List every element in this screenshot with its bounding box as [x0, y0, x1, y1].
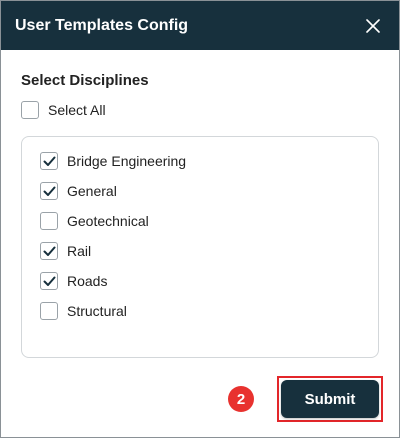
discipline-label: Geotechnical	[67, 213, 149, 229]
user-templates-config-dialog: User Templates Config Select Disciplines…	[0, 0, 400, 438]
discipline-item[interactable]: Roads	[40, 272, 107, 290]
discipline-item[interactable]: Geotechnical	[40, 212, 149, 230]
disciplines-list: Bridge Engineering General Geotechnical …	[21, 136, 379, 358]
select-all-label: Select All	[48, 102, 106, 118]
discipline-label: General	[67, 183, 117, 199]
checkmark-icon	[43, 186, 55, 196]
discipline-item[interactable]: Rail	[40, 242, 91, 260]
checkbox[interactable]	[40, 272, 58, 290]
dialog-title: User Templates Config	[15, 16, 189, 34]
discipline-label: Roads	[67, 273, 108, 289]
close-icon[interactable]	[361, 14, 385, 38]
discipline-item[interactable]: General	[40, 182, 117, 200]
checkbox[interactable]	[40, 182, 58, 200]
select-all-checkbox-row[interactable]: Select All	[21, 101, 106, 119]
discipline-label: Structural	[67, 303, 127, 319]
checkbox[interactable]	[40, 212, 58, 230]
checkmark-icon	[43, 246, 55, 256]
submit-button[interactable]: Submit	[281, 380, 379, 418]
discipline-item[interactable]: Structural	[40, 302, 127, 320]
select-disciplines-label: Select Disciplines	[21, 72, 149, 89]
discipline-label: Bridge Engineering	[67, 153, 187, 169]
checkmark-icon	[43, 276, 55, 286]
discipline-item[interactable]: Bridge Engineering	[40, 152, 186, 170]
select-all-checkbox[interactable]	[21, 101, 39, 119]
dialog-titlebar: User Templates Config	[1, 1, 399, 50]
discipline-label: Rail	[67, 243, 92, 259]
checkbox[interactable]	[40, 242, 58, 260]
checkmark-icon	[43, 156, 55, 166]
checkbox[interactable]	[40, 302, 58, 320]
step-number-badge: 2	[228, 386, 254, 412]
checkbox[interactable]	[40, 152, 58, 170]
submit-highlight-box: Submit	[277, 376, 383, 422]
